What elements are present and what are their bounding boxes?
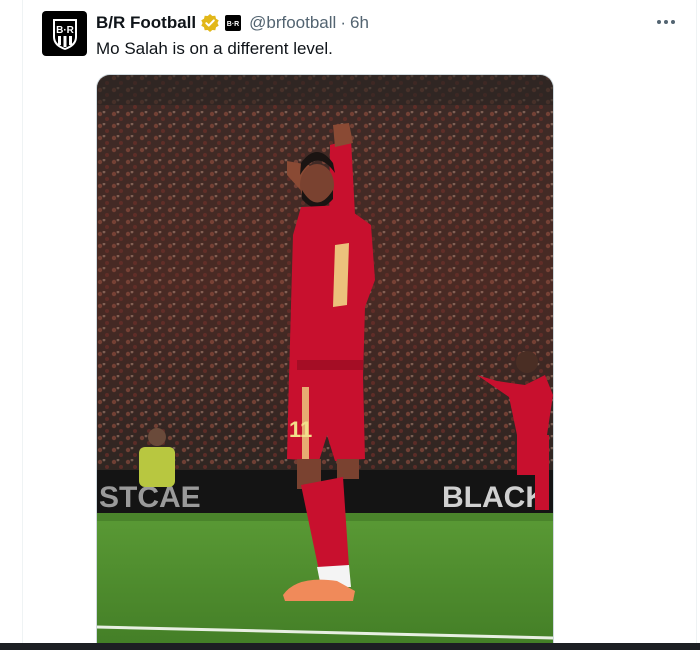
timestamp[interactable]: 6h <box>350 13 369 33</box>
affiliate-badge-icon[interactable]: B·R <box>225 15 242 31</box>
affiliate-badge-text: B·R <box>227 21 239 28</box>
ad-board-right-text: BLACK <box>442 481 547 514</box>
separator-dot: · <box>340 13 346 32</box>
handle[interactable]: @brfootball <box>249 13 336 33</box>
more-horizontal-icon[interactable] <box>654 12 678 32</box>
avatar[interactable]: B·R <box>42 11 87 56</box>
photo-salah-celebration: STCAE BLACK 11 <box>97 75 553 643</box>
bottom-edge <box>0 643 700 650</box>
verified-badge-icon[interactable] <box>200 13 220 33</box>
display-name[interactable]: B/R Football <box>96 13 196 33</box>
tweet-text: Mo Salah is on a different level. <box>96 39 333 58</box>
tweet-header: B/R Football B·R @brfootball · 6h <box>96 12 369 34</box>
timeline-left-border <box>22 0 23 643</box>
avatar-monogram: B·R <box>56 25 75 36</box>
shirt-number: 11 <box>289 417 312 442</box>
app-frame: B·R B/R Football B·R @brfootball · 6h Mo… <box>0 0 700 650</box>
timeline-right-border <box>696 0 697 643</box>
tweet-photo[interactable]: STCAE BLACK 11 <box>96 74 554 643</box>
br-shield-icon: B·R <box>52 18 77 50</box>
